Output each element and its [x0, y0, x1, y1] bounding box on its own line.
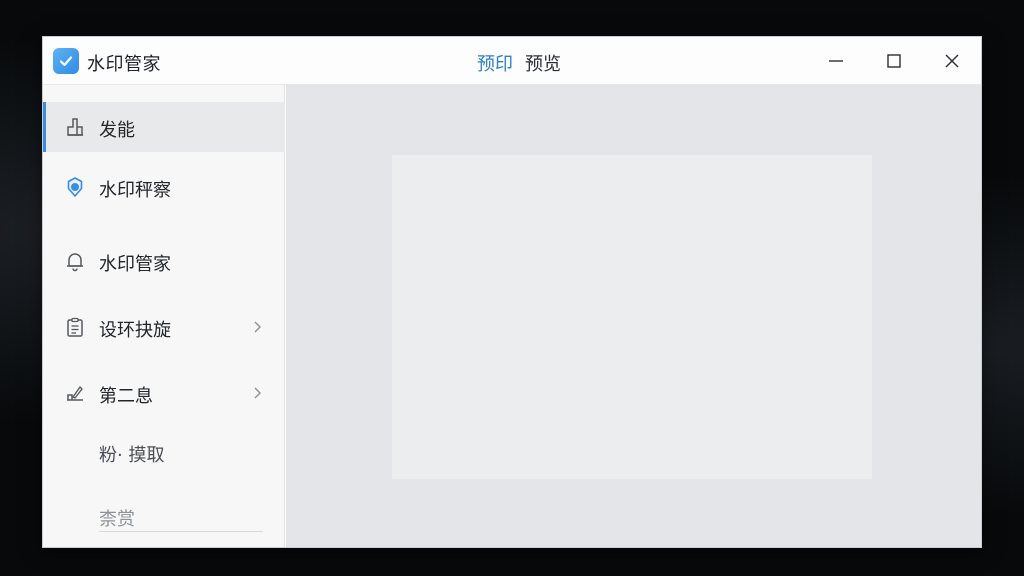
sidebar-subitem-1[interactable]: 柰赏 [99, 505, 135, 531]
title-tabs: 预印 预览 [477, 50, 561, 76]
sidebar-item-label: 水印秤察 [99, 180, 171, 201]
title-bar: 水印管家 预印 预览 [43, 37, 981, 85]
app-checkmark-icon [53, 48, 79, 74]
minimize-icon [829, 60, 843, 62]
tab-print[interactable]: 预印 [477, 50, 513, 76]
tab-preview[interactable]: 预览 [525, 50, 561, 76]
sidebar: 发能 水印秤察 水印管家 设环抉旋 第二息 粉· 摸取 柰赏 [43, 85, 285, 547]
sidebar-item-label: 水印管家 [99, 254, 171, 275]
sidebar-item-4[interactable]: 第二息 [43, 368, 285, 418]
bell-icon [63, 249, 87, 273]
maximize-icon [887, 54, 901, 68]
sidebar-item-label: 第二息 [99, 386, 153, 407]
sidebar-item-1[interactable]: 水印秤察 [43, 162, 285, 212]
window-controls [807, 37, 981, 85]
chevron-right-icon [247, 383, 267, 403]
sidebar-item-label: 发能 [99, 120, 135, 141]
gear-icon [63, 175, 87, 199]
signature-icon [63, 381, 87, 405]
app-window: 水印管家 预印 预览 发能 水印秤察 水印管家 设环抉旋 第二息 粉· 摸取 柰… [42, 36, 982, 548]
clipboard-icon [63, 315, 87, 339]
sidebar-item-2[interactable]: 水印管家 [43, 236, 285, 286]
app-title: 水印管家 [87, 54, 161, 75]
preview-canvas[interactable] [392, 155, 872, 479]
sidebar-divider [99, 531, 263, 532]
chevron-right-icon [247, 317, 267, 337]
document-icon [63, 115, 87, 139]
sidebar-subitem-0[interactable]: 粉· 摸取 [99, 441, 164, 467]
close-button[interactable] [923, 37, 981, 85]
sidebar-item-0[interactable]: 发能 [43, 102, 285, 152]
close-icon [945, 54, 959, 68]
sidebar-item-label: 设环抉旋 [99, 320, 171, 341]
minimize-button[interactable] [807, 37, 865, 85]
maximize-button[interactable] [865, 37, 923, 85]
sidebar-item-3[interactable]: 设环抉旋 [43, 302, 285, 352]
content-area [286, 85, 981, 547]
